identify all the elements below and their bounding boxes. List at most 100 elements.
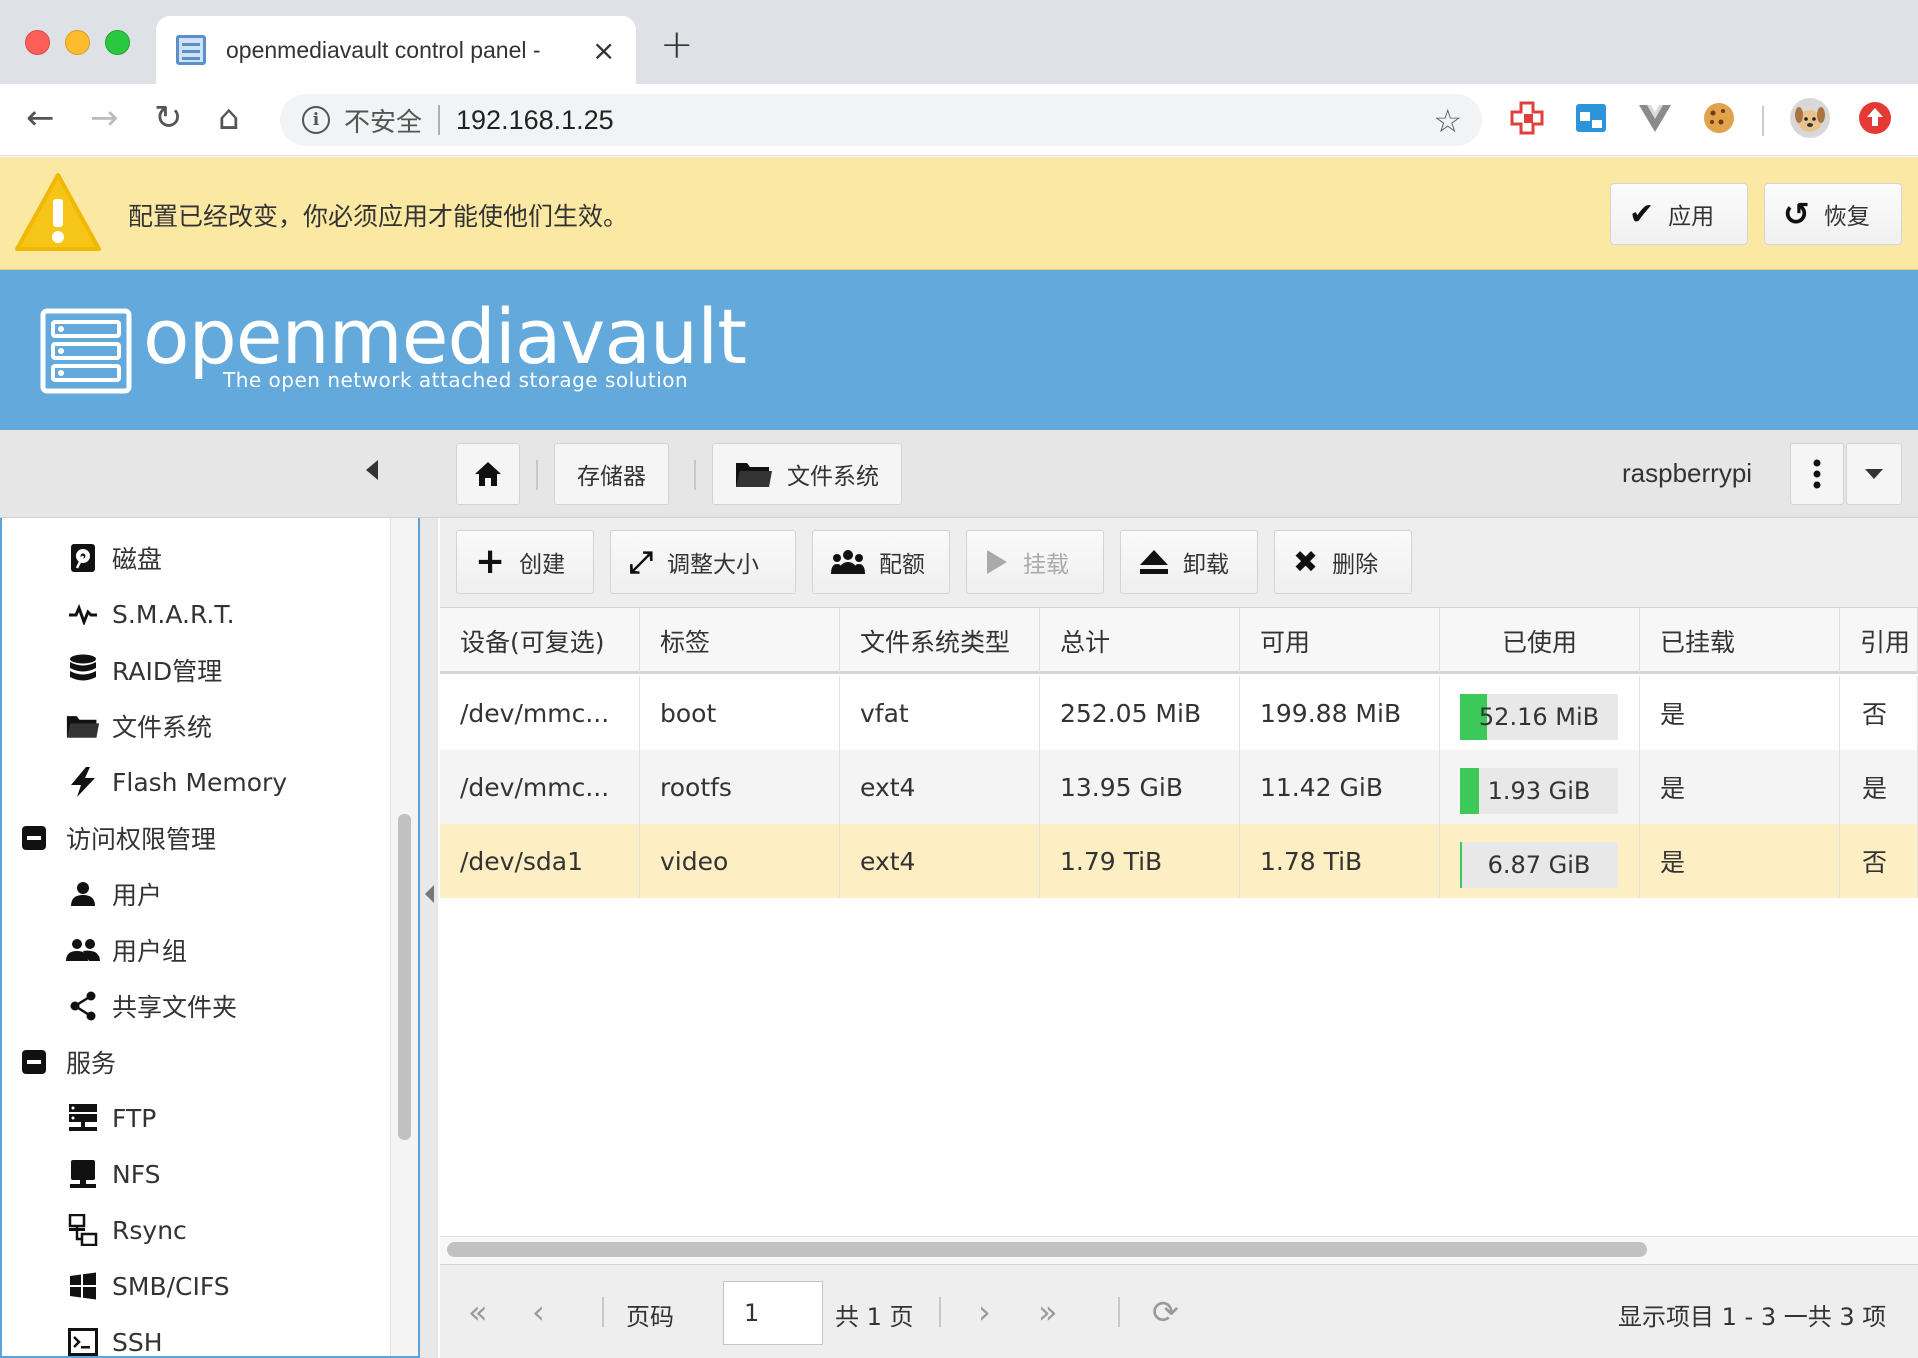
sidebar-item-disks[interactable]: 磁盘 xyxy=(66,530,162,586)
create-button[interactable]: + 创建 xyxy=(456,530,594,594)
breadcrumb-filesystems[interactable]: 文件系统 xyxy=(712,443,902,505)
expand-icon: ⤢ xyxy=(629,544,653,580)
hostname: raspberrypi xyxy=(1622,458,1753,488)
user-icon xyxy=(66,877,100,911)
update-icon[interactable] xyxy=(1857,100,1893,136)
column-header-total[interactable]: 总计 xyxy=(1040,608,1240,674)
column-header-available[interactable]: 可用 xyxy=(1240,608,1440,674)
url-text[interactable]: 192.168.1.25 xyxy=(456,105,614,136)
resize-label: 调整大小 xyxy=(667,552,759,578)
sidebar-item-smart[interactable]: S.M.A.R.T. xyxy=(66,586,235,642)
cell-available: 11.42 GiB xyxy=(1240,750,1440,824)
close-window-button[interactable] xyxy=(25,30,50,55)
create-label: 创建 xyxy=(519,552,566,578)
column-header-type[interactable]: 文件系统类型 xyxy=(840,608,1040,674)
cell-total: 1.79 TiB xyxy=(1040,824,1240,898)
filesystems-table: 设备(可复选) 标签 文件系统类型 总计 可用 已使用 已挂载 引用 /dev/… xyxy=(440,608,1918,1236)
minimize-window-button[interactable] xyxy=(65,30,90,55)
breadcrumb: 存储器 文件系统 raspberrypi xyxy=(0,430,1918,518)
splitter-collapse-icon[interactable] xyxy=(425,885,434,903)
next-page-icon[interactable]: › xyxy=(978,1293,991,1331)
user-dropdown-button[interactable] xyxy=(1846,443,1902,505)
sidebar-splitter[interactable] xyxy=(420,518,438,1358)
table-row[interactable]: /dev/mmc... rootfs ext4 13.95 GiB 11.42 … xyxy=(440,750,1918,824)
apply-button[interactable]: ✔ 应用 xyxy=(1610,183,1748,245)
column-header-referenced[interactable]: 引用 xyxy=(1840,608,1918,674)
extension-vue-icon[interactable] xyxy=(1637,100,1673,136)
column-header-label[interactable]: 标签 xyxy=(640,608,840,674)
home-icon[interactable]: ⌂ xyxy=(218,98,240,138)
cell-type: vfat xyxy=(840,676,1040,750)
database-icon xyxy=(66,653,100,687)
sidebar-item-flash-memory[interactable]: Flash Memory xyxy=(66,754,287,810)
info-icon[interactable]: i xyxy=(302,106,330,134)
sidebar-item-ftp[interactable]: FTP xyxy=(66,1090,156,1146)
first-page-icon[interactable]: « xyxy=(468,1293,488,1331)
address-bar[interactable]: i 不安全 192.168.1.25 ☆ xyxy=(280,94,1482,146)
tab-close-icon[interactable]: × xyxy=(592,34,615,67)
cell-label: boot xyxy=(640,676,840,750)
sidebar-item-groups[interactable]: 用户组 xyxy=(66,922,187,978)
collapse-sidebar-icon[interactable] xyxy=(366,460,378,480)
pulse-icon xyxy=(66,597,100,631)
sidebar-item-users[interactable]: 用户 xyxy=(66,866,162,922)
extension-window-icon[interactable] xyxy=(1573,100,1609,136)
collapse-icon[interactable] xyxy=(22,826,46,850)
eject-icon xyxy=(1140,550,1168,574)
sidebar-item-raid[interactable]: RAID管理 xyxy=(66,642,222,698)
sidebar-item-nfs[interactable]: NFS xyxy=(66,1146,161,1202)
actions-menu-button[interactable] xyxy=(1790,443,1844,505)
new-tab-button[interactable]: + xyxy=(660,22,694,68)
breadcrumb-storage[interactable]: 存储器 xyxy=(554,443,669,505)
profile-avatar[interactable] xyxy=(1789,97,1831,139)
sidebar-item-ssh[interactable]: SSH xyxy=(66,1314,163,1356)
pager-separator xyxy=(1118,1297,1120,1327)
forward-icon[interactable]: → xyxy=(90,98,119,138)
cell-referenced: 否 xyxy=(1840,824,1918,898)
collapse-icon[interactable] xyxy=(22,1050,46,1074)
sidebar-item-shared-folders[interactable]: 共享文件夹 xyxy=(66,978,237,1034)
last-page-icon[interactable]: » xyxy=(1038,1293,1058,1331)
sidebar-item-smb[interactable]: SMB/CIFS xyxy=(66,1258,230,1314)
reload-icon[interactable]: ↻ xyxy=(154,98,183,138)
maximize-window-button[interactable] xyxy=(105,30,130,55)
pagination-bar: « ‹ 页码 1 共 1 页 › » ⟳ 显示项目 1 - 3 一共 3 项 xyxy=(440,1264,1918,1358)
unmount-label: 卸载 xyxy=(1183,552,1229,578)
unmount-button[interactable]: 卸载 xyxy=(1120,530,1258,594)
cell-used: 52.16 MiB xyxy=(1440,676,1640,750)
table-row[interactable]: /dev/mmc... boot vfat 252.05 MiB 199.88 … xyxy=(440,676,1918,750)
grid-scroll-thumb[interactable] xyxy=(447,1242,1647,1257)
delete-button[interactable]: ✖ 删除 xyxy=(1274,530,1412,594)
sidebar-scroll-thumb[interactable] xyxy=(398,814,411,1140)
sidebar-item-filesystems[interactable]: 文件系统 xyxy=(66,698,212,754)
quota-button[interactable]: 配额 xyxy=(812,530,950,594)
extension-cross-icon[interactable] xyxy=(1509,100,1545,136)
sidebar-group-services[interactable]: 服务 xyxy=(22,1034,116,1090)
breadcrumb-home-button[interactable] xyxy=(456,443,520,505)
resize-button[interactable]: ⤢ 调整大小 xyxy=(610,530,796,594)
server-icon xyxy=(66,1101,100,1135)
cell-referenced: 是 xyxy=(1840,750,1918,824)
sidebar-item-label: Flash Memory xyxy=(112,767,288,797)
cell-device: /dev/mmc... xyxy=(440,676,640,750)
sidebar-group-access-rights[interactable]: 访问权限管理 xyxy=(22,810,216,866)
column-header-mounted[interactable]: 已挂载 xyxy=(1640,608,1840,674)
sidebar-item-label: FTP xyxy=(112,1103,157,1133)
mount-button[interactable]: 挂载 xyxy=(966,530,1104,594)
browser-tab[interactable]: openmediavault control panel - × xyxy=(156,16,636,84)
table-row-selected[interactable]: /dev/sda1 video ext4 1.79 TiB 1.78 TiB 6… xyxy=(440,824,1918,898)
refresh-icon[interactable]: ⟳ xyxy=(1152,1293,1179,1331)
home-icon xyxy=(475,462,501,486)
sidebar-item-rsync[interactable]: Rsync xyxy=(66,1202,187,1258)
column-header-used[interactable]: 已使用 xyxy=(1440,608,1640,674)
back-icon[interactable]: ← xyxy=(26,98,55,138)
column-header-device[interactable]: 设备(可复选) xyxy=(440,608,640,674)
delete-label: 删除 xyxy=(1332,552,1379,578)
prev-page-icon[interactable]: ‹ xyxy=(532,1293,545,1331)
breadcrumb-separator xyxy=(694,460,696,490)
revert-button[interactable]: ↺ 恢复 xyxy=(1764,183,1902,245)
extension-cookie-icon[interactable] xyxy=(1701,100,1737,136)
bookmark-star-icon[interactable]: ☆ xyxy=(1433,102,1462,140)
page-number-input[interactable]: 1 xyxy=(723,1281,823,1345)
omv-favicon-icon xyxy=(176,35,206,65)
